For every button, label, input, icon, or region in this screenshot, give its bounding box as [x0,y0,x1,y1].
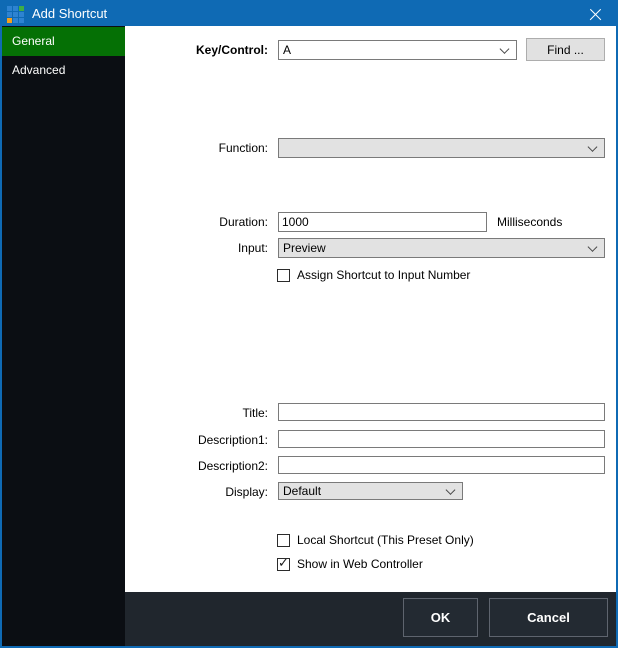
function-combobox[interactable] [278,138,605,158]
ok-button[interactable]: OK [403,598,478,637]
chevron-down-icon [588,142,598,152]
assign-shortcut-checkbox[interactable] [277,269,290,282]
description2-input[interactable] [278,456,605,474]
chevron-down-icon [588,242,598,252]
titlebar: Add Shortcut [2,2,616,26]
input-combobox[interactable]: Preview [278,238,605,258]
footer-bar: OK Cancel [125,592,616,646]
display-combobox[interactable]: Default [278,482,463,500]
local-shortcut-checkbox[interactable] [277,534,290,547]
close-button[interactable] [574,2,616,26]
web-controller-checkbox-label: Show in Web Controller [297,557,423,571]
local-shortcut-checkbox-label: Local Shortcut (This Preset Only) [297,533,474,547]
description2-label: Description2: [125,459,268,473]
input-label: Input: [125,241,268,255]
display-label: Display: [125,485,268,499]
duration-label: Duration: [125,215,268,229]
description1-input[interactable] [278,430,605,448]
general-panel: Key/Control: A Find ... Function: Durati… [125,26,616,646]
close-icon [589,8,602,21]
title-input[interactable] [278,403,605,421]
add-shortcut-dialog: Add Shortcut General Advanced Key/Contro… [0,0,618,648]
assign-shortcut-checkbox-row[interactable]: Assign Shortcut to Input Number [277,268,470,282]
key-control-combobox[interactable]: A [278,40,517,60]
function-label: Function: [125,141,268,155]
sidebar: General Advanced [2,26,125,646]
tab-general[interactable]: General [2,27,125,56]
display-value: Default [283,484,321,498]
title-label: Title: [125,406,268,420]
dialog-body: General Advanced Key/Control: A Find ...… [2,26,616,646]
input-value: Preview [283,241,326,255]
chevron-down-icon [446,485,456,495]
cancel-button[interactable]: Cancel [489,598,608,637]
tab-advanced[interactable]: Advanced [2,56,125,85]
key-control-label: Key/Control: [125,43,268,57]
local-shortcut-checkbox-row[interactable]: Local Shortcut (This Preset Only) [277,533,474,547]
chevron-down-icon [500,44,510,54]
web-controller-checkbox[interactable] [277,558,290,571]
milliseconds-label: Milliseconds [497,215,562,229]
duration-input[interactable] [278,212,487,232]
window-title: Add Shortcut [32,2,107,26]
key-control-value: A [283,43,291,57]
web-controller-checkbox-row[interactable]: Show in Web Controller [277,557,423,571]
vmix-logo-icon [7,6,24,23]
description1-label: Description1: [125,433,268,447]
assign-shortcut-checkbox-label: Assign Shortcut to Input Number [297,268,470,282]
find-button[interactable]: Find ... [526,38,605,61]
